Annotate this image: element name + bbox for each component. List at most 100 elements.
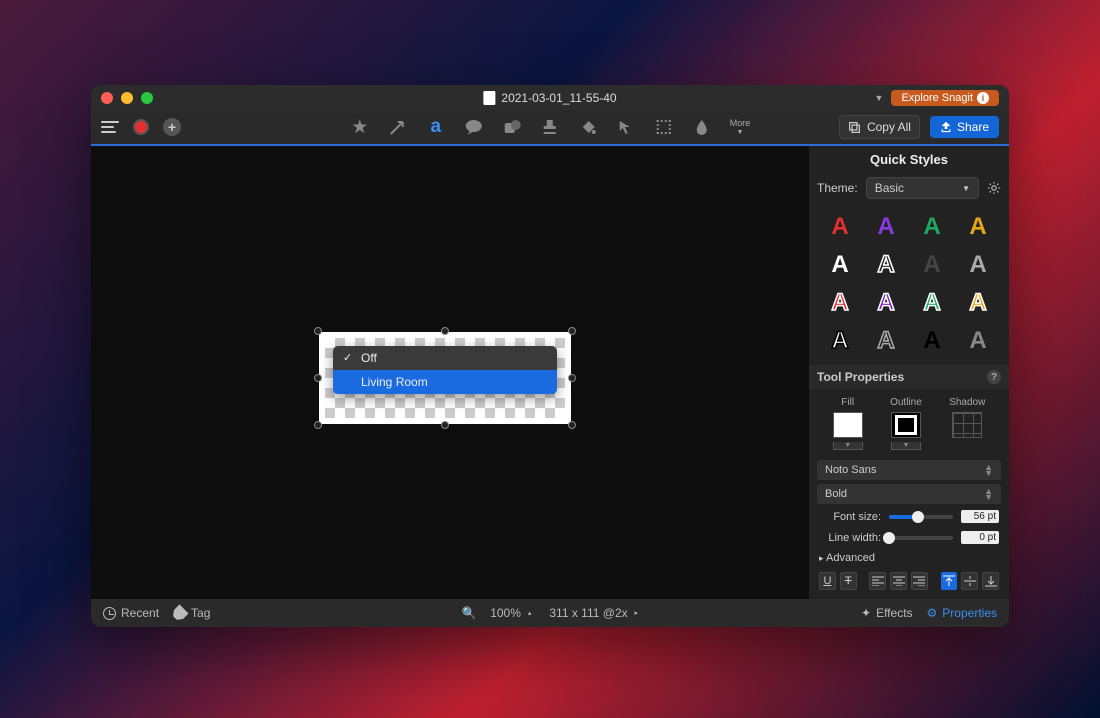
recent-button[interactable]: Recent xyxy=(103,606,159,620)
resize-handle[interactable] xyxy=(314,374,322,382)
toolbar: + ★ a More▼ Copy All Share xyxy=(91,110,1009,146)
quick-style-swatch[interactable]: A xyxy=(821,327,859,355)
effects-tab[interactable]: ✦Effects xyxy=(861,606,913,620)
shadow-swatch[interactable] xyxy=(952,412,982,438)
info-icon: i xyxy=(977,92,989,104)
resize-handle[interactable] xyxy=(568,421,576,429)
shape-tool[interactable] xyxy=(502,117,522,137)
clock-icon xyxy=(103,607,116,620)
fill-swatch[interactable] xyxy=(833,412,863,438)
valign-middle-button[interactable] xyxy=(961,572,978,590)
weight-select[interactable]: Bold ▲▼ xyxy=(817,484,1001,504)
add-button[interactable]: + xyxy=(163,118,181,136)
window-controls xyxy=(101,92,153,104)
outline-label: Outline xyxy=(890,397,922,408)
underline-button[interactable]: U xyxy=(819,572,836,590)
tag-button[interactable]: Tag xyxy=(173,606,210,620)
search-icon: 🔍 xyxy=(462,606,477,620)
dimensions-display[interactable]: 311 x 111 @2x ▸ xyxy=(549,606,638,620)
callout-tool[interactable] xyxy=(464,117,484,137)
wand-icon: ✦ xyxy=(861,606,871,620)
outline-dropdown[interactable]: ▼ xyxy=(891,442,921,450)
resize-handle[interactable] xyxy=(441,327,449,335)
share-button[interactable]: Share xyxy=(930,116,999,138)
sidebar: Quick Styles Theme: Basic ▼ AAAAAAAAAAAA… xyxy=(809,146,1009,599)
more-tools[interactable]: More▼ xyxy=(730,118,751,136)
window-title: 2021-03-01_11-55-40 xyxy=(483,91,616,105)
font-size-label: Font size: xyxy=(819,511,881,523)
valign-top-button[interactable] xyxy=(941,572,958,590)
quick-style-swatch[interactable]: A xyxy=(821,289,859,317)
align-right-button[interactable] xyxy=(911,572,928,590)
help-icon[interactable]: ? xyxy=(987,370,1001,384)
quick-style-swatch[interactable]: A xyxy=(913,251,951,279)
fill-dropdown[interactable]: ▼ xyxy=(833,442,863,450)
canvas[interactable]: ✓ Off Living Room xyxy=(91,146,809,599)
quick-style-swatch[interactable]: A xyxy=(913,213,951,241)
theme-label: Theme: xyxy=(817,181,858,195)
close-icon[interactable] xyxy=(101,92,113,104)
line-width-slider[interactable] xyxy=(889,536,953,540)
align-left-button[interactable] xyxy=(869,572,886,590)
quick-style-swatch[interactable]: A xyxy=(821,213,859,241)
gear-icon[interactable] xyxy=(987,181,1001,195)
selection-tool[interactable] xyxy=(654,117,674,137)
record-button[interactable] xyxy=(133,119,149,135)
resize-handle[interactable] xyxy=(314,421,322,429)
quick-style-swatch[interactable]: A xyxy=(821,251,859,279)
arrow-tool[interactable] xyxy=(388,117,408,137)
outline-swatch[interactable] xyxy=(891,412,921,438)
quick-style-swatch[interactable]: A xyxy=(913,327,951,355)
chevron-down-icon[interactable]: ▼ xyxy=(875,93,884,103)
favorite-tool[interactable]: ★ xyxy=(350,117,370,137)
font-size-slider[interactable] xyxy=(889,515,953,519)
menu-icon[interactable] xyxy=(101,121,119,133)
maximize-icon[interactable] xyxy=(141,92,153,104)
selected-object[interactable]: ✓ Off Living Room xyxy=(319,332,571,424)
quick-style-swatch[interactable]: A xyxy=(959,213,997,241)
zoom-control[interactable]: 🔍 100% ▴ xyxy=(462,606,531,620)
theme-select[interactable]: Basic ▼ xyxy=(866,177,979,199)
quick-style-swatch[interactable]: A xyxy=(959,327,997,355)
fill-tool[interactable] xyxy=(578,117,598,137)
share-icon xyxy=(940,121,952,133)
strikethrough-button[interactable]: T xyxy=(840,572,857,590)
valign-bottom-button[interactable] xyxy=(982,572,999,590)
resize-handle[interactable] xyxy=(568,374,576,382)
stepper-icon: ▲▼ xyxy=(984,464,993,476)
status-bar: Recent Tag 🔍 100% ▴ 311 x 111 @2x ▸ ✦Eff… xyxy=(91,599,1009,627)
advanced-toggle[interactable]: Advanced xyxy=(809,548,1009,568)
gear-icon: ⚙ xyxy=(927,606,938,620)
stamp-tool[interactable] xyxy=(540,117,560,137)
quick-style-swatch[interactable]: A xyxy=(959,289,997,317)
quick-style-swatch[interactable]: A xyxy=(867,327,905,355)
text-tool[interactable]: a xyxy=(426,117,446,137)
tag-icon xyxy=(170,604,188,622)
shadow-label: Shadow xyxy=(949,397,985,408)
app-window: 2021-03-01_11-55-40 ▼ Explore Snagit i +… xyxy=(91,85,1009,627)
font-size-value[interactable]: 56 pt xyxy=(961,510,999,523)
copy-all-button[interactable]: Copy All xyxy=(839,115,920,139)
quick-style-swatch[interactable]: A xyxy=(867,289,905,317)
chevron-down-icon: ▼ xyxy=(962,184,970,193)
quick-style-swatch[interactable]: A xyxy=(867,251,905,279)
minimize-icon[interactable] xyxy=(121,92,133,104)
titlebar: 2021-03-01_11-55-40 ▼ Explore Snagit i xyxy=(91,85,1009,110)
blur-tool[interactable] xyxy=(692,117,712,137)
move-tool[interactable] xyxy=(616,117,636,137)
fill-label: Fill xyxy=(841,397,854,408)
resize-handle[interactable] xyxy=(568,327,576,335)
properties-tab[interactable]: ⚙Properties xyxy=(927,606,997,620)
align-center-button[interactable] xyxy=(890,572,907,590)
quick-style-swatch[interactable]: A xyxy=(959,251,997,279)
quick-styles-grid: AAAAAAAAAAAAAAAA xyxy=(809,203,1009,365)
font-select[interactable]: Noto Sans ▲▼ xyxy=(817,460,1001,480)
explore-snagit-button[interactable]: Explore Snagit i xyxy=(891,90,999,106)
resize-handle[interactable] xyxy=(314,327,322,335)
document-icon xyxy=(483,91,495,105)
line-width-value[interactable]: 0 pt xyxy=(961,531,999,544)
resize-handle[interactable] xyxy=(441,421,449,429)
quick-style-swatch[interactable]: A xyxy=(913,289,951,317)
quick-style-swatch[interactable]: A xyxy=(867,213,905,241)
line-width-label: Line width: xyxy=(819,532,881,544)
